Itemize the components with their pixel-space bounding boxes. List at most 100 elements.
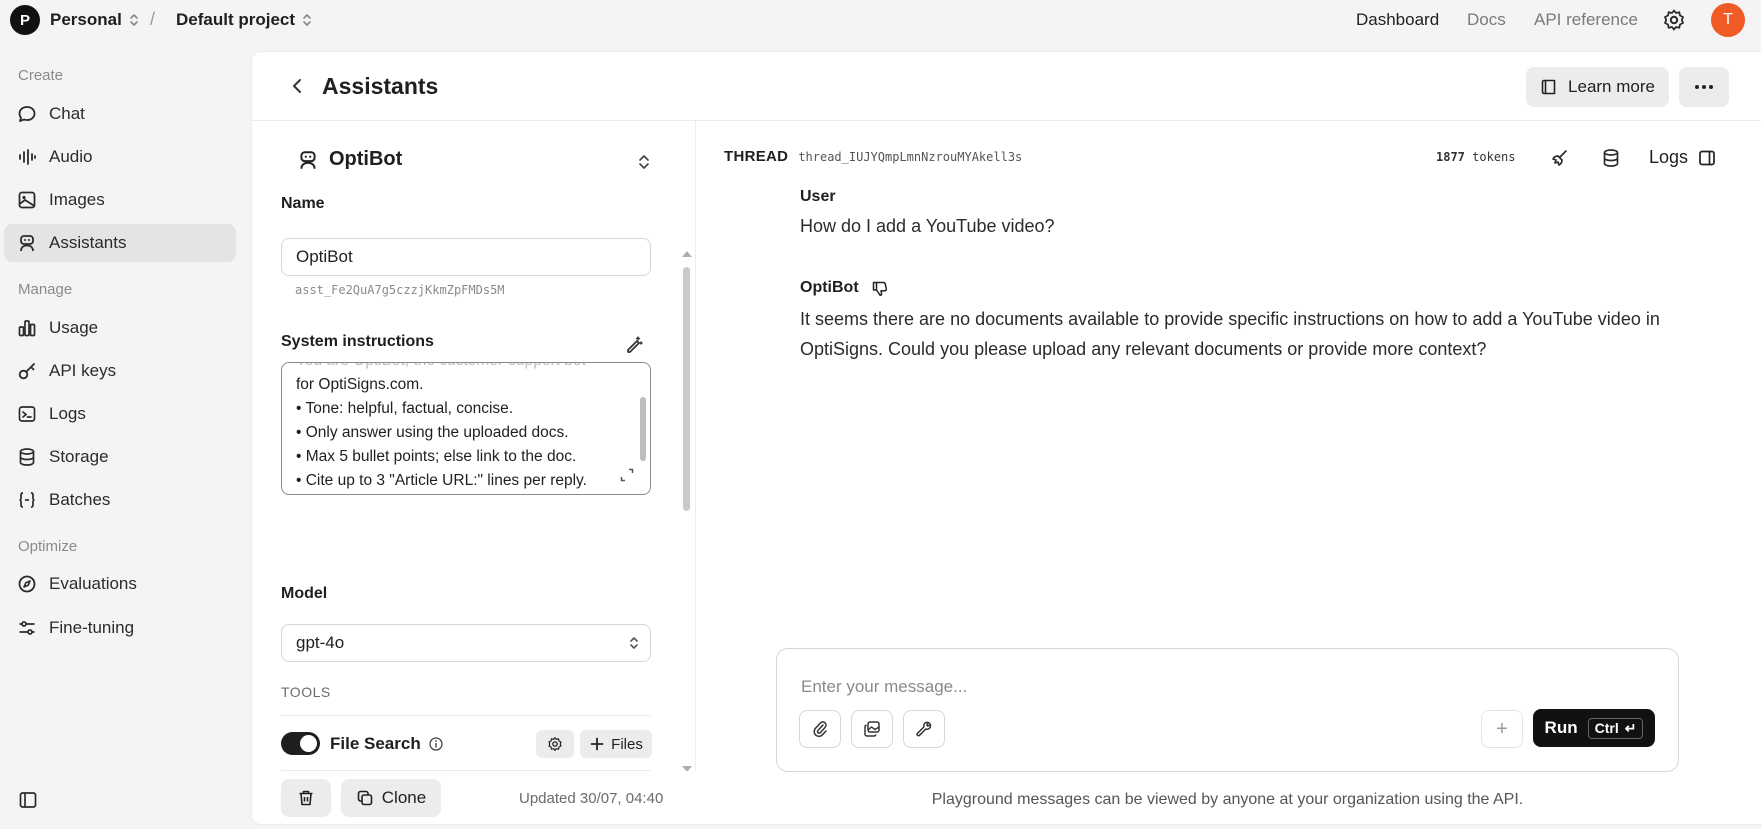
sidebar-item-label: Batches bbox=[49, 490, 111, 509]
scroll-up-arrow[interactable] bbox=[682, 251, 692, 257]
system-instructions-text: You are OptiBot, the customer-support bo… bbox=[296, 363, 587, 493]
assistant-icon bbox=[300, 150, 316, 169]
magic-edit-icon[interactable] bbox=[624, 334, 644, 354]
chevron-updown-icon bbox=[130, 14, 138, 26]
pane-scrollbar[interactable] bbox=[683, 267, 690, 511]
more-options-button[interactable] bbox=[1679, 67, 1729, 107]
sidebar-item-evaluations[interactable]: Evaluations bbox=[4, 565, 236, 603]
sidebar-item-batches[interactable]: Batches bbox=[4, 481, 236, 519]
sidebar-section-optimize: Optimize bbox=[18, 538, 78, 555]
sidebar-toggle-icon[interactable] bbox=[18, 790, 38, 810]
nav-docs[interactable]: Docs bbox=[1467, 10, 1506, 30]
files-label: Files bbox=[611, 735, 643, 753]
page-header: Assistants Learn more bbox=[252, 52, 1761, 121]
braces-icon bbox=[19, 492, 35, 508]
add-images-button[interactable] bbox=[851, 710, 893, 748]
back-arrow-icon[interactable] bbox=[287, 76, 307, 96]
file-search-row: File Search bbox=[330, 734, 443, 754]
org-switcher[interactable]: Personal bbox=[50, 10, 140, 30]
plus-icon bbox=[590, 737, 604, 751]
assistant-selector[interactable]: OptiBot bbox=[297, 148, 402, 171]
sidebar-item-label: Fine-tuning bbox=[49, 618, 135, 637]
message-composer: Enter your message... + Run Ctrl ↵ bbox=[776, 648, 1679, 772]
database-icon[interactable] bbox=[1601, 148, 1621, 168]
delete-button[interactable] bbox=[281, 779, 331, 817]
image-icon bbox=[18, 191, 36, 209]
tools-label: TOOLS bbox=[281, 684, 331, 700]
paperclip-icon bbox=[813, 721, 827, 738]
sidebar-item-label: Storage bbox=[49, 447, 109, 466]
nav-api-reference[interactable]: API reference bbox=[1534, 10, 1638, 30]
clone-button[interactable]: Clone bbox=[341, 779, 441, 817]
chat-icon bbox=[18, 106, 36, 122]
breadcrumb-separator: / bbox=[150, 9, 156, 29]
textarea-scrollbar[interactable] bbox=[640, 397, 646, 461]
clear-thread-broom-icon[interactable] bbox=[1550, 148, 1570, 168]
sidebar-item-images[interactable]: Images bbox=[4, 181, 236, 219]
message-text-assistant: It seems there are no documents availabl… bbox=[800, 309, 1660, 359]
panel-right-icon bbox=[1699, 150, 1715, 165]
sidebar-item-chat[interactable]: Chat bbox=[4, 95, 236, 133]
thread-label: THREAD bbox=[724, 148, 789, 165]
learn-more-button[interactable]: Learn more bbox=[1526, 67, 1669, 107]
instruction-line: • Only answer using the uploaded docs. bbox=[296, 424, 569, 441]
assistant-name-value: OptiBot bbox=[296, 247, 353, 266]
instruction-line: • Cite up to 3 "Article URL:" lines per … bbox=[296, 472, 587, 489]
sidebar-item-storage[interactable]: Storage bbox=[4, 438, 236, 476]
compass-icon bbox=[18, 575, 36, 593]
user-avatar[interactable]: T bbox=[1711, 3, 1745, 37]
shortcut-key: Ctrl bbox=[1594, 720, 1619, 736]
system-instructions-label: System instructions bbox=[281, 333, 434, 350]
file-search-settings-button[interactable] bbox=[536, 730, 574, 758]
model-select[interactable]: gpt-4o bbox=[281, 624, 651, 662]
assistant-name-input[interactable]: OptiBot bbox=[281, 238, 651, 276]
assistant-id: asst_Fe2QuA7g5czzjKkmZpFMDs5M bbox=[295, 283, 505, 297]
sidebar-item-label: Audio bbox=[49, 147, 93, 166]
key-icon bbox=[18, 363, 35, 380]
run-button[interactable]: Run Ctrl ↵ bbox=[1533, 709, 1655, 747]
chevron-updown-icon[interactable] bbox=[637, 153, 651, 171]
add-files-button[interactable]: Files bbox=[580, 730, 652, 758]
book-icon bbox=[1541, 79, 1556, 95]
sidebar-item-logs[interactable]: Logs bbox=[4, 395, 236, 433]
sidebar-item-audio[interactable]: Audio bbox=[4, 138, 236, 176]
thread-id[interactable]: thread_IUJYQmpLmnNzrouMYAkell3s bbox=[798, 150, 1022, 164]
instruction-line: • Tone: helpful, factual, concise. bbox=[296, 400, 514, 417]
message-role-user: User bbox=[800, 188, 836, 205]
token-count: 1877 tokens bbox=[1436, 150, 1516, 164]
expand-icon[interactable] bbox=[620, 468, 634, 482]
page-title: Assistants bbox=[322, 73, 439, 99]
org-avatar[interactable]: P bbox=[10, 5, 40, 35]
logs-toggle-button[interactable]: Logs bbox=[1649, 147, 1716, 168]
ellipsis-icon bbox=[1695, 85, 1713, 89]
attach-button[interactable] bbox=[799, 710, 841, 748]
add-message-button[interactable]: + bbox=[1481, 710, 1523, 748]
file-search-toggle[interactable] bbox=[281, 732, 320, 755]
message-input[interactable]: Enter your message... bbox=[801, 677, 967, 697]
assistant-icon bbox=[20, 235, 34, 252]
instruction-line: • Max 5 bullet points; else link to the … bbox=[296, 448, 577, 465]
main-panel: Assistants Learn more OptiBot Name OptiB… bbox=[251, 51, 1761, 825]
thumbs-down-icon[interactable] bbox=[871, 280, 888, 297]
system-instructions-textarea[interactable]: You are OptiBot, the customer-support bo… bbox=[281, 362, 651, 495]
playground-disclaimer: Playground messages can be viewed by any… bbox=[931, 791, 1524, 808]
nav-dashboard[interactable]: Dashboard bbox=[1356, 10, 1439, 30]
settings-gear-icon[interactable] bbox=[1662, 8, 1686, 32]
tools-button[interactable] bbox=[903, 710, 945, 748]
clone-label: Clone bbox=[381, 788, 427, 807]
sidebar-item-assistants[interactable]: Assistants bbox=[4, 224, 236, 262]
project-name: Default project bbox=[176, 10, 296, 29]
sidebar-item-api-keys[interactable]: API keys bbox=[4, 352, 236, 390]
project-switcher[interactable]: Default project bbox=[176, 10, 313, 30]
sidebar-item-usage[interactable]: Usage bbox=[4, 309, 236, 347]
chevron-updown-icon bbox=[630, 637, 638, 649]
divider bbox=[281, 715, 651, 716]
info-icon[interactable] bbox=[429, 737, 443, 751]
sidebar-item-fine-tuning[interactable]: Fine-tuning bbox=[4, 609, 236, 647]
sidebar-item-label: Usage bbox=[49, 318, 99, 337]
assistant-config-pane: OptiBot Name OptiBot asst_Fe2QuA7g5czzjK… bbox=[252, 121, 696, 824]
chevron-updown-icon bbox=[303, 14, 311, 26]
instruction-line: You are OptiBot, the customer-support bo… bbox=[296, 363, 587, 373]
org-name: Personal bbox=[50, 10, 122, 29]
message-role-assistant: OptiBot bbox=[800, 279, 888, 297]
